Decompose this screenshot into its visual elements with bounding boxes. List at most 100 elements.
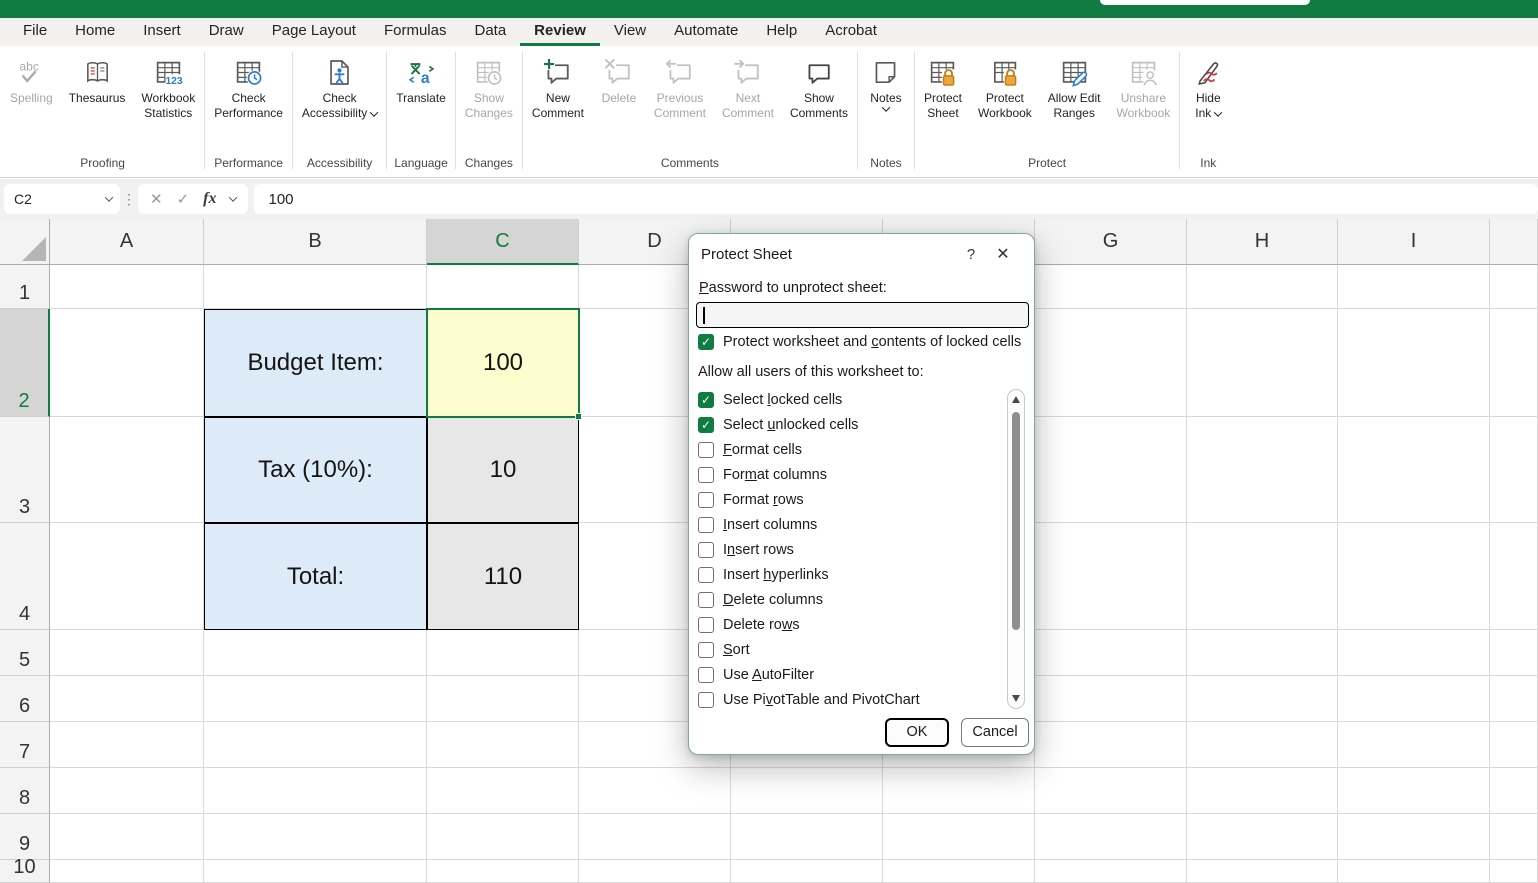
- ribbon-button-check-accessibility[interactable]: CheckAccessibility: [294, 54, 385, 123]
- tab-help[interactable]: Help: [752, 18, 811, 46]
- ok-button[interactable]: OK: [885, 718, 949, 747]
- name-box[interactable]: C2: [4, 184, 120, 214]
- checkbox-unchecked-icon[interactable]: [698, 567, 714, 583]
- ribbon-button-check-performance[interactable]: CheckPerformance: [206, 54, 291, 123]
- permission-format-cells[interactable]: Format cells: [698, 437, 998, 462]
- tab-view[interactable]: View: [600, 18, 660, 46]
- row-header-5[interactable]: 5: [0, 630, 50, 676]
- protect-contents-option[interactable]: ✓ Protect worksheet and contents of lock…: [698, 334, 1026, 350]
- select-all-corner[interactable]: [0, 219, 50, 265]
- permission-format-columns[interactable]: Format columns: [698, 462, 998, 487]
- ribbon-button-allow-edit-ranges[interactable]: Allow EditRanges: [1040, 54, 1109, 123]
- button-label: Accessibility: [302, 106, 377, 121]
- checkbox-unchecked-icon[interactable]: [698, 492, 714, 508]
- checkbox-unchecked-icon[interactable]: [698, 467, 714, 483]
- cell-C2[interactable]: 100: [427, 309, 579, 417]
- checkbox-checked-icon[interactable]: ✓: [698, 334, 714, 350]
- tab-review[interactable]: Review: [520, 18, 600, 46]
- chevron-down-icon[interactable]: [105, 193, 113, 201]
- row-header-9[interactable]: 9: [0, 814, 50, 860]
- row-header-1[interactable]: 1: [0, 265, 50, 309]
- ribbon-button-hide-ink[interactable]: HideInk: [1181, 54, 1235, 123]
- permission-delete-rows[interactable]: Delete rows: [698, 612, 998, 637]
- permission-use-autofilter[interactable]: Use AutoFilter: [698, 662, 998, 687]
- password-input[interactable]: [696, 302, 1029, 328]
- column-header-partial[interactable]: [1490, 219, 1538, 265]
- column-header-a[interactable]: A: [50, 219, 204, 265]
- scrollbar-thumb[interactable]: [1012, 412, 1020, 630]
- close-icon[interactable]: ✕: [986, 244, 1020, 264]
- chevron-down-icon[interactable]: [370, 108, 378, 116]
- tab-file[interactable]: File: [9, 18, 61, 46]
- row-header-3[interactable]: 3: [0, 417, 50, 523]
- cell-B4[interactable]: Total:: [204, 523, 427, 630]
- row-header-4[interactable]: 4: [0, 523, 50, 630]
- checkbox-unchecked-icon[interactable]: [698, 692, 714, 708]
- checkbox-unchecked-icon[interactable]: [698, 517, 714, 533]
- tab-home[interactable]: Home: [61, 18, 129, 46]
- tab-insert[interactable]: Insert: [129, 18, 195, 46]
- cell-B3[interactable]: Tax (10%):: [204, 417, 427, 523]
- chevron-down-icon[interactable]: [1214, 108, 1222, 116]
- ribbon-button-protect-workbook[interactable]: ProtectWorkbook: [970, 54, 1040, 123]
- column-header-b[interactable]: B: [204, 219, 427, 265]
- row-header-10[interactable]: 10: [0, 860, 50, 883]
- checkbox-unchecked-icon[interactable]: [698, 667, 714, 683]
- checkbox-unchecked-icon[interactable]: [698, 542, 714, 558]
- permission-sort[interactable]: Sort: [698, 637, 998, 662]
- checkbox-unchecked-icon[interactable]: [698, 617, 714, 633]
- tab-draw[interactable]: Draw: [195, 18, 258, 46]
- permission-delete-columns[interactable]: Delete columns: [698, 587, 998, 612]
- column-header-i[interactable]: I: [1338, 219, 1490, 265]
- permission-select-locked-cells[interactable]: ✓Select locked cells: [698, 387, 998, 412]
- checkbox-unchecked-icon[interactable]: [698, 442, 714, 458]
- cancel-entry-icon[interactable]: ✕: [150, 190, 163, 208]
- row-header-7[interactable]: 7: [0, 722, 50, 768]
- scroll-up-icon[interactable]: [1012, 396, 1020, 403]
- tab-acrobat[interactable]: Acrobat: [811, 18, 891, 46]
- button-label: Delete: [602, 91, 637, 106]
- cancel-button[interactable]: Cancel: [961, 718, 1029, 747]
- unshare-workbook-icon: [1128, 57, 1158, 87]
- ribbon-button-workbook-statistics[interactable]: 123WorkbookStatistics: [133, 54, 203, 123]
- insert-function-icon[interactable]: fx: [203, 190, 216, 208]
- tab-page-layout[interactable]: Page Layout: [258, 18, 370, 46]
- permission-insert-hyperlinks[interactable]: Insert hyperlinks: [698, 562, 998, 587]
- cell-B2[interactable]: Budget Item:: [204, 309, 427, 417]
- permission-use-pivottable-and-pivotchart[interactable]: Use PivotTable and PivotChart: [698, 687, 998, 712]
- cell-C3[interactable]: 10: [427, 417, 579, 523]
- checkbox-checked-icon[interactable]: ✓: [698, 392, 714, 408]
- help-icon[interactable]: ?: [956, 246, 986, 263]
- permission-insert-columns[interactable]: Insert columns: [698, 512, 998, 537]
- ribbon-button-new-comment[interactable]: NewComment: [524, 54, 592, 123]
- tab-data[interactable]: Data: [460, 18, 520, 46]
- column-header-c[interactable]: C: [427, 219, 579, 265]
- row-header-8[interactable]: 8: [0, 768, 50, 814]
- tab-formulas[interactable]: Formulas: [370, 18, 461, 46]
- ribbon-button-protect-sheet[interactable]: ProtectSheet: [916, 54, 970, 123]
- checkbox-unchecked-icon[interactable]: [698, 592, 714, 608]
- checkbox-checked-icon[interactable]: ✓: [698, 417, 714, 433]
- ribbon-button-translate[interactable]: aTranslate: [388, 54, 454, 108]
- formula-bar-drag-handle[interactable]: ⋮: [120, 191, 138, 208]
- column-header-g[interactable]: G: [1035, 219, 1187, 265]
- checkbox-unchecked-icon[interactable]: [698, 642, 714, 658]
- permission-insert-rows[interactable]: Insert rows: [698, 537, 998, 562]
- permission-select-unlocked-cells[interactable]: ✓Select unlocked cells: [698, 412, 998, 437]
- column-header-h[interactable]: H: [1187, 219, 1338, 265]
- search-box-remnant[interactable]: [1100, 0, 1310, 5]
- scroll-down-icon[interactable]: [1012, 695, 1020, 702]
- ribbon-button-thesaurus[interactable]: Thesaurus: [61, 54, 134, 108]
- tab-automate[interactable]: Automate: [660, 18, 752, 46]
- formula-input[interactable]: 100: [254, 184, 1538, 214]
- row-header-2[interactable]: 2: [0, 309, 50, 417]
- ribbon-button-notes[interactable]: Notes: [859, 54, 913, 114]
- row-header-6[interactable]: 6: [0, 676, 50, 722]
- permissions-scrollbar[interactable]: [1007, 389, 1025, 709]
- gridline: [50, 859, 1538, 860]
- confirm-entry-icon[interactable]: ✓: [177, 190, 190, 208]
- permission-format-rows[interactable]: Format rows: [698, 487, 998, 512]
- ribbon-button-show-comments[interactable]: ShowComments: [782, 54, 856, 123]
- cell-C4[interactable]: 110: [427, 523, 579, 630]
- chevron-down-icon[interactable]: [229, 193, 237, 201]
